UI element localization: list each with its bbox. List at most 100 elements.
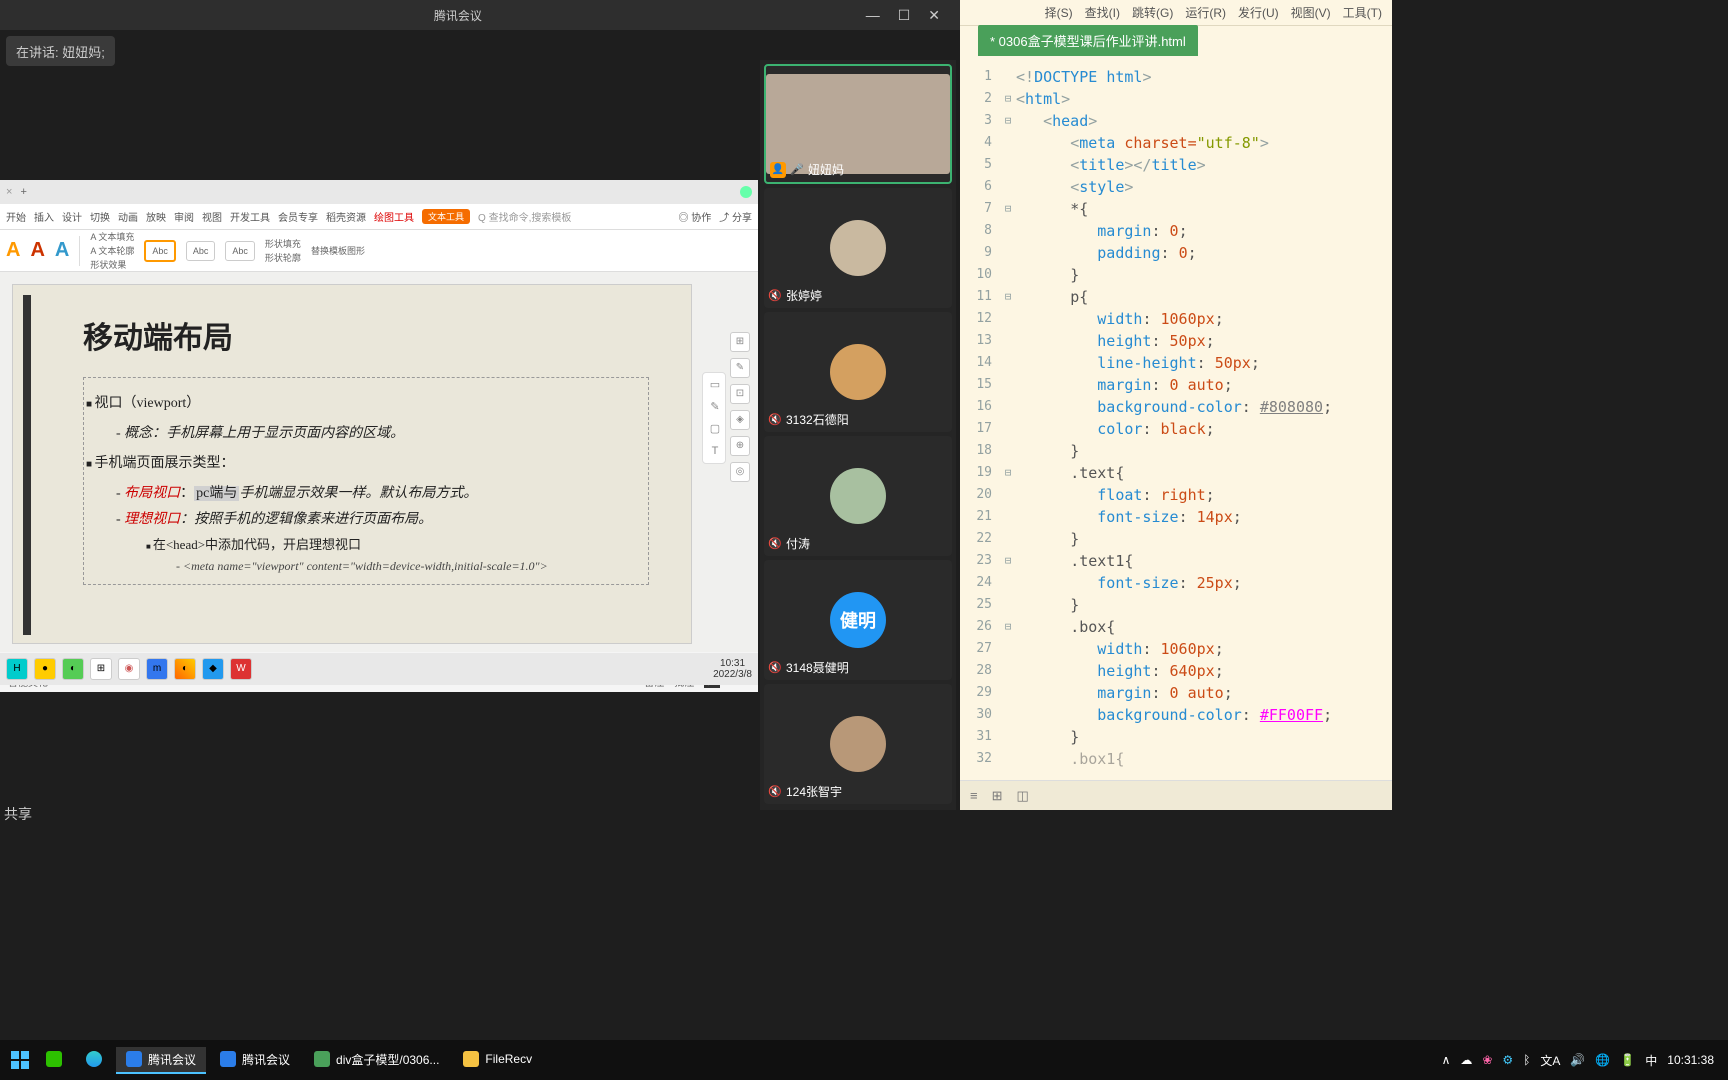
editor-menu-item[interactable]: 工具(T): [1343, 4, 1382, 21]
participant-tile[interactable]: 👤🎤妞妞妈: [764, 64, 952, 184]
side-tool-icon[interactable]: ✎: [730, 358, 750, 378]
code-line[interactable]: 1<!DOCTYPE html>: [960, 66, 1392, 88]
shape-effect-button[interactable]: 形状效果: [90, 258, 134, 271]
tray-language-icon[interactable]: 文A: [1540, 1052, 1560, 1069]
ppt-slide[interactable]: 移动端布局 视口（viewport） 概念：手机屏幕上用于显示页面内容的区域。 …: [12, 284, 692, 644]
fold-icon[interactable]: ⊟: [1000, 88, 1016, 110]
float-tool-icon[interactable]: ▢: [705, 419, 725, 439]
text-fill-button[interactable]: A 文本填充: [90, 230, 134, 243]
side-tool-icon[interactable]: ⊡: [730, 384, 750, 404]
float-tool-icon[interactable]: T: [705, 441, 725, 461]
fold-icon[interactable]: [1000, 176, 1016, 198]
text-style-a3[interactable]: A: [55, 239, 69, 262]
editor-menu-item[interactable]: 视图(V): [1291, 4, 1331, 21]
code-line[interactable]: 21 font-size: 14px;: [960, 506, 1392, 528]
fold-icon[interactable]: [1000, 330, 1016, 352]
code-area[interactable]: 1<!DOCTYPE html>2⊟<html>3⊟ <head>4 <meta…: [960, 56, 1392, 780]
code-line[interactable]: 3⊟ <head>: [960, 110, 1392, 132]
ppt-menu-item[interactable]: 放映: [146, 209, 166, 224]
code-line[interactable]: 13 height: 50px;: [960, 330, 1392, 352]
ppt-menu-item[interactable]: 切换: [90, 209, 110, 224]
code-line[interactable]: 27 width: 1060px;: [960, 638, 1392, 660]
tray-icon[interactable]: ❀: [1482, 1053, 1492, 1067]
side-tool-icon[interactable]: ⊞: [730, 332, 750, 352]
side-tool-icon[interactable]: ◎: [730, 462, 750, 482]
side-tool-icon[interactable]: ◈: [730, 410, 750, 430]
fold-icon[interactable]: [1000, 748, 1016, 770]
fold-icon[interactable]: [1000, 132, 1016, 154]
code-line[interactable]: 25 }: [960, 594, 1392, 616]
fold-icon[interactable]: [1000, 484, 1016, 506]
editor-menu-item[interactable]: 择(S): [1045, 4, 1073, 21]
participant-tile[interactable]: 🔇张婷婷: [764, 188, 952, 308]
code-line[interactable]: 7⊟ *{: [960, 198, 1392, 220]
fold-icon[interactable]: ⊟: [1000, 110, 1016, 132]
ppt-menu-item[interactable]: 审阅: [174, 209, 194, 224]
status-icon[interactable]: ≡: [970, 788, 978, 803]
taskbar-app-item[interactable]: 腾讯会议: [210, 1047, 300, 1074]
fold-icon[interactable]: [1000, 726, 1016, 748]
shape-style-2[interactable]: Abc: [186, 241, 216, 261]
fold-icon[interactable]: [1000, 660, 1016, 682]
ppt-share-button[interactable]: ⤴ 分享: [719, 209, 752, 224]
ppt-menu-item[interactable]: 动画: [118, 209, 138, 224]
code-line[interactable]: 14 line-height: 50px;: [960, 352, 1392, 374]
taskbar-icon[interactable]: H: [6, 658, 28, 680]
status-icon[interactable]: ⊞: [992, 788, 1003, 804]
fold-icon[interactable]: ⊟: [1000, 198, 1016, 220]
ppt-menu-text-tools[interactable]: 文本工具: [422, 209, 470, 224]
tray-bluetooth-icon[interactable]: ⚙: [1502, 1053, 1513, 1067]
fold-icon[interactable]: [1000, 594, 1016, 616]
fold-icon[interactable]: [1000, 396, 1016, 418]
code-line[interactable]: 26⊟ .box{: [960, 616, 1392, 638]
code-line[interactable]: 31 }: [960, 726, 1392, 748]
fold-icon[interactable]: [1000, 528, 1016, 550]
fold-icon[interactable]: [1000, 506, 1016, 528]
taskbar-icon[interactable]: ◉: [118, 658, 140, 680]
status-icon[interactable]: ◫: [1017, 788, 1029, 804]
fold-icon[interactable]: [1000, 220, 1016, 242]
shape-style-1[interactable]: Abc: [144, 240, 176, 262]
editor-menu-item[interactable]: 查找(I): [1085, 4, 1120, 21]
code-line[interactable]: 2⊟<html>: [960, 88, 1392, 110]
code-line[interactable]: 6 <style>: [960, 176, 1392, 198]
taskbar-app-edge[interactable]: [76, 1047, 112, 1073]
minimize-button[interactable]: —: [866, 7, 880, 24]
taskbar-icon[interactable]: ●: [34, 658, 56, 680]
participant-tile[interactable]: 健明🔇3148聂健明: [764, 560, 952, 680]
participant-tile[interactable]: 🔇付涛: [764, 436, 952, 556]
ppt-menu-item[interactable]: 会员专享: [278, 209, 318, 224]
taskbar-app-item[interactable]: div盒子模型/0306...: [304, 1047, 449, 1074]
fold-icon[interactable]: ⊟: [1000, 286, 1016, 308]
fold-icon[interactable]: [1000, 682, 1016, 704]
shape-outline-button[interactable]: 形状轮廓: [265, 251, 301, 264]
shape-style-3[interactable]: Abc: [225, 241, 255, 261]
float-tool-icon[interactable]: ▭: [705, 375, 725, 395]
ppt-menu-item[interactable]: 开发工具: [230, 209, 270, 224]
editor-menu-item[interactable]: 跳转(G): [1132, 4, 1173, 21]
fold-icon[interactable]: [1000, 638, 1016, 660]
code-line[interactable]: 18 }: [960, 440, 1392, 462]
fold-icon[interactable]: [1000, 374, 1016, 396]
taskbar-icon[interactable]: W: [230, 658, 252, 680]
participant-tile[interactable]: 🔇3132石德阳: [764, 312, 952, 432]
taskbar-icon[interactable]: ◐: [174, 658, 196, 680]
fold-icon[interactable]: ⊟: [1000, 616, 1016, 638]
tray-onedrive-icon[interactable]: ☁: [1460, 1053, 1472, 1067]
code-line[interactable]: 9 padding: 0;: [960, 242, 1392, 264]
code-line[interactable]: 29 margin: 0 auto;: [960, 682, 1392, 704]
tray-clock[interactable]: 10:31:38: [1667, 1053, 1714, 1067]
editor-file-tab[interactable]: * 0306盒子模型课后作业评讲.html: [978, 25, 1198, 56]
editor-menu-item[interactable]: 发行(U): [1238, 4, 1279, 21]
close-button[interactable]: ✕: [928, 7, 940, 24]
maximize-button[interactable]: ☐: [898, 7, 911, 24]
tray-network-icon[interactable]: 🌐: [1595, 1053, 1610, 1067]
replace-shape-button[interactable]: 替换模板图形: [311, 244, 365, 257]
taskbar-icon[interactable]: m: [146, 658, 168, 680]
code-line[interactable]: 24 font-size: 25px;: [960, 572, 1392, 594]
code-line[interactable]: 20 float: right;: [960, 484, 1392, 506]
fold-icon[interactable]: [1000, 308, 1016, 330]
code-line[interactable]: 8 margin: 0;: [960, 220, 1392, 242]
fold-icon[interactable]: [1000, 440, 1016, 462]
fold-icon[interactable]: [1000, 352, 1016, 374]
